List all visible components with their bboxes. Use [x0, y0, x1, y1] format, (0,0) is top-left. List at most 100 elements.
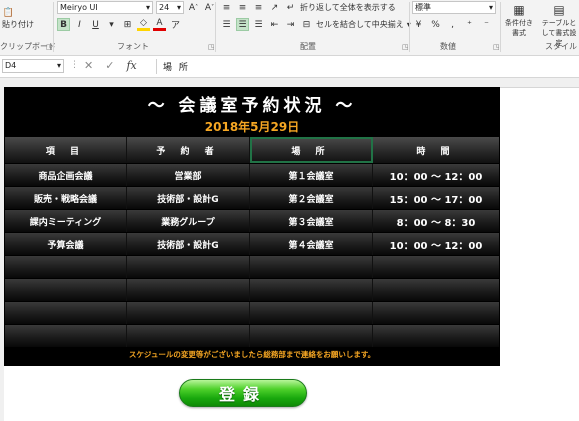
header-cell-place[interactable]: 場 所 — [250, 137, 373, 163]
align-left-icon[interactable]: ☰ — [220, 18, 233, 31]
decrease-indent-icon[interactable]: ⇤ — [268, 18, 281, 31]
comma-icon[interactable]: , — [446, 18, 459, 31]
align-right-icon[interactable]: ☰ — [252, 18, 265, 31]
cell-item[interactable]: 課内ミーティング — [5, 210, 127, 232]
currency-icon[interactable]: ¥ — [412, 18, 425, 31]
table-format-icon: ▤ — [553, 3, 565, 17]
cell-place[interactable]: 第１会議室 — [250, 164, 373, 186]
header-cell-item[interactable]: 項 目 — [5, 137, 127, 163]
cell-time[interactable]: 10：00 ～ 12：00 — [373, 233, 499, 255]
cell-item[interactable] — [5, 279, 127, 301]
percent-icon[interactable]: % — [429, 18, 442, 31]
align-top-icon[interactable]: ≡ — [220, 1, 233, 14]
style-group-label: スタイル — [545, 42, 577, 51]
cell-time[interactable] — [373, 256, 499, 278]
chevron-down-icon: ▾ — [488, 3, 493, 12]
cell-place[interactable]: 第３会議室 — [250, 210, 373, 232]
wrap-text-button[interactable]: 折り返して全体を表示する — [300, 2, 396, 13]
header-cell-time[interactable]: 時 間 — [373, 137, 499, 163]
table-row — [5, 325, 499, 348]
font-name-value: Meiryo UI — [60, 3, 98, 12]
border-icon[interactable]: ⊞ — [121, 18, 134, 31]
underline-icon[interactable]: U — [89, 18, 102, 31]
cell-reserver[interactable]: 技術部・設計G — [127, 187, 250, 209]
chevron-down-icon: ▾ — [145, 3, 150, 12]
cell-time[interactable]: 10：00 ～ 12：00 — [373, 164, 499, 186]
board-date: 2018年5月29日 — [204, 120, 300, 134]
paste-area[interactable]: 📋 貼り付け — [2, 6, 34, 30]
cell-reference: D4 — [5, 61, 17, 70]
cell-reserver[interactable] — [127, 325, 250, 347]
number-launcher-icon[interactable]: ◳ — [493, 43, 500, 51]
number-format-select[interactable]: 標準 ▾ — [412, 1, 496, 14]
separator — [500, 2, 501, 52]
cell-place[interactable]: 第２会議室 — [250, 187, 373, 209]
wrap-text-icon[interactable]: ↵ — [284, 1, 297, 14]
cell-reserver[interactable] — [127, 256, 250, 278]
font-size-select[interactable]: 24 ▾ — [156, 1, 184, 14]
font-color-icon[interactable]: A — [153, 18, 166, 31]
cell-time[interactable]: 8：00 ～ 8：30 — [373, 210, 499, 232]
cell-reserver[interactable]: 営業部 — [127, 164, 250, 186]
cell-time[interactable] — [373, 302, 499, 324]
merge-center-button[interactable]: セルを結合して中央揃え — [316, 19, 404, 30]
table-row — [5, 279, 499, 302]
cell-reserver[interactable] — [127, 279, 250, 301]
font-launcher-icon[interactable]: ◳ — [208, 43, 215, 51]
register-button[interactable]: 登録 — [179, 379, 307, 407]
fill-color-icon[interactable]: ◇ — [137, 18, 150, 31]
underline-dropdown-icon[interactable]: ▾ — [105, 18, 118, 31]
check-icon[interactable]: ✓ — [105, 59, 114, 72]
increase-font-icon[interactable]: A ˄ — [187, 1, 200, 14]
increase-indent-icon[interactable]: ⇥ — [284, 18, 297, 31]
cell-place[interactable] — [250, 302, 373, 324]
header-cell-reserver[interactable]: 予 約 者 — [127, 137, 250, 163]
font-name-select[interactable]: Meiryo UI ▾ — [57, 1, 153, 14]
align-center-icon[interactable]: ☰ — [236, 18, 249, 31]
separator — [156, 59, 157, 74]
cell-reserver[interactable]: 技術部・設計G — [127, 233, 250, 255]
increase-decimal-icon[interactable]: ⁺ — [463, 18, 476, 31]
cell-place[interactable]: 第４会議室 — [250, 233, 373, 255]
cell-item[interactable]: 商品企画会議 — [5, 164, 127, 186]
cell-reserver[interactable]: 業務グループ — [127, 210, 250, 232]
italic-icon[interactable]: I — [73, 18, 86, 31]
decrease-decimal-icon[interactable]: ⁻ — [480, 18, 493, 31]
cell-item[interactable] — [5, 302, 127, 324]
alignment-launcher-icon[interactable]: ◳ — [402, 43, 409, 51]
cell-place[interactable] — [250, 279, 373, 301]
name-box[interactable]: D4 ▾ — [2, 59, 64, 73]
cell-item[interactable]: 予算会議 — [5, 233, 127, 255]
insert-function-icon[interactable]: fx — [126, 59, 136, 72]
clipboard-launcher-icon[interactable]: ◳ — [46, 43, 53, 51]
separator — [409, 2, 410, 52]
align-bottom-icon[interactable]: ≡ — [252, 1, 265, 14]
alignment-group-label: 配置 — [300, 42, 316, 51]
phonetic-icon[interactable]: ア — [169, 18, 182, 31]
align-middle-icon[interactable]: ≡ — [236, 1, 249, 14]
cell-item[interactable] — [5, 325, 127, 347]
cell-time[interactable] — [373, 279, 499, 301]
merge-center-icon[interactable]: ⊟ — [300, 18, 313, 31]
formula-input[interactable]: 場 所 — [163, 60, 190, 73]
cell-place[interactable] — [250, 325, 373, 347]
font-size-value: 24 — [159, 3, 170, 12]
bold-icon[interactable]: B — [57, 18, 70, 31]
cell-item[interactable]: 販売・戦略会議 — [5, 187, 127, 209]
font-group-label: フォント — [117, 42, 149, 51]
orientation-icon[interactable]: ↗ — [268, 1, 281, 14]
cell-item[interactable] — [5, 256, 127, 278]
cancel-icon[interactable]: ✕ — [84, 59, 93, 72]
conditional-format-button[interactable]: ▦ 条件付き書式 — [503, 2, 535, 38]
chevron-down-icon: ▾ — [56, 61, 61, 70]
board-note: スケジュールの変更等がございましたら総務部まで連絡をお願いします。 — [128, 350, 376, 359]
grip-icon: ⋮ — [70, 60, 79, 70]
paste-button[interactable]: 貼り付け — [2, 19, 34, 30]
separator — [53, 2, 54, 52]
cell-time[interactable]: 15：00 ～ 17：00 — [373, 187, 499, 209]
cell-time[interactable] — [373, 325, 499, 347]
paste-icon[interactable]: 📋 — [2, 6, 15, 19]
conditional-format-icon: ▦ — [513, 3, 525, 17]
cell-reserver[interactable] — [127, 302, 250, 324]
cell-place[interactable] — [250, 256, 373, 278]
